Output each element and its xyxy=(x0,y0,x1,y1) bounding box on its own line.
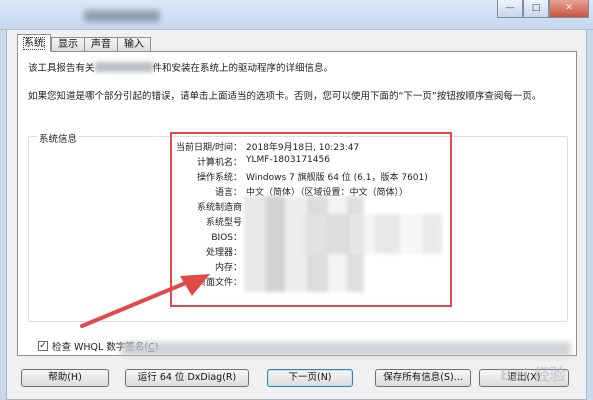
close-button[interactable]: ✕ xyxy=(549,0,589,18)
window-controls: — □ ✕ xyxy=(497,0,589,18)
red-arrow-icon xyxy=(80,274,210,328)
minimize-button[interactable]: — xyxy=(497,0,523,18)
info-row-os: 操作系统： Windows 7 旗舰版 64 位 (6.1，版本 7601) xyxy=(172,170,452,183)
button-bar: 帮助(H) 运行 64 位 DxDiag(R) 下一页(N) 保存所有信息(S)… xyxy=(17,369,577,389)
intro-text-line1: 该工具报告有关 件和安装在系统上的驱动程序的详细信息。 xyxy=(28,60,333,74)
info-label: 操作系统： xyxy=(196,173,242,183)
tab-system-label: 系统 xyxy=(23,37,45,50)
whql-checkbox[interactable]: ✓ xyxy=(38,341,48,351)
save-all-info-button[interactable]: 保存所有信息(S)... xyxy=(375,369,471,387)
maximize-button[interactable]: □ xyxy=(523,0,549,18)
tab-display[interactable]: 显示 xyxy=(51,37,84,52)
redacted-status-text xyxy=(121,342,571,356)
tab-input[interactable]: 输入 xyxy=(117,37,151,52)
tab-system[interactable]: 系统 xyxy=(17,34,51,52)
window-title-redacted xyxy=(84,10,160,22)
info-value: YLMF-1803171456 xyxy=(246,155,330,165)
intro-text-line2: 如果您知道是哪个部分引起的错误，请单击上面适当的选项卡。否则，您可以使用下面的“… xyxy=(28,91,542,102)
next-page-button[interactable]: 下一页(N) xyxy=(267,369,353,387)
info-label: 系统型号 xyxy=(205,218,242,228)
info-label: BIOS： xyxy=(211,233,242,243)
tab-panel-system: 该工具报告有关 件和安装在系统上的驱动程序的详细信息。 如果您知道是哪个部分引起的… xyxy=(17,51,577,356)
system-info-group-label: 系统信息 xyxy=(37,131,80,145)
redacted-text xyxy=(94,62,153,72)
tab-strip: 系统 显示 声音 输入 xyxy=(17,34,151,52)
intro-text-b: 件和安装在系统上的驱动程序的详细信息。 xyxy=(152,63,334,74)
info-label: 当前日期/时间： xyxy=(175,143,242,153)
info-value: Windows 7 旗舰版 64 位 (6.1，版本 7601) xyxy=(246,173,428,183)
info-value: 2018年9月18日, 10:23:47 xyxy=(246,143,360,153)
watermark: Bai 经验 xyxy=(499,365,566,384)
info-label: 系统制造商 xyxy=(196,203,242,213)
info-label: 处理器： xyxy=(205,248,242,258)
info-row-computer-name: 计算机名： YLMF-1803171456 xyxy=(172,155,452,168)
info-label: 计算机名： xyxy=(196,158,242,168)
help-button[interactable]: 帮助(H) xyxy=(21,369,109,387)
info-label: 内存： xyxy=(214,263,242,273)
info-label: 语言： xyxy=(214,188,242,198)
info-row-datetime: 当前日期/时间： 2018年9月18日, 10:23:47 xyxy=(172,140,452,153)
intro-text-a: 该工具报告有关 xyxy=(28,63,95,74)
title-bar: — □ ✕ xyxy=(0,0,593,30)
tab-sound[interactable]: 声音 xyxy=(84,37,117,52)
run-64bit-dxdiag-button[interactable]: 运行 64 位 DxDiag(R) xyxy=(125,369,249,387)
dialog-client: 系统 显示 声音 输入 该工具报告有关 件和安装在系统上的驱动程序的详细信息。 如… xyxy=(6,30,587,400)
redacted-values-mosaic xyxy=(302,214,442,254)
